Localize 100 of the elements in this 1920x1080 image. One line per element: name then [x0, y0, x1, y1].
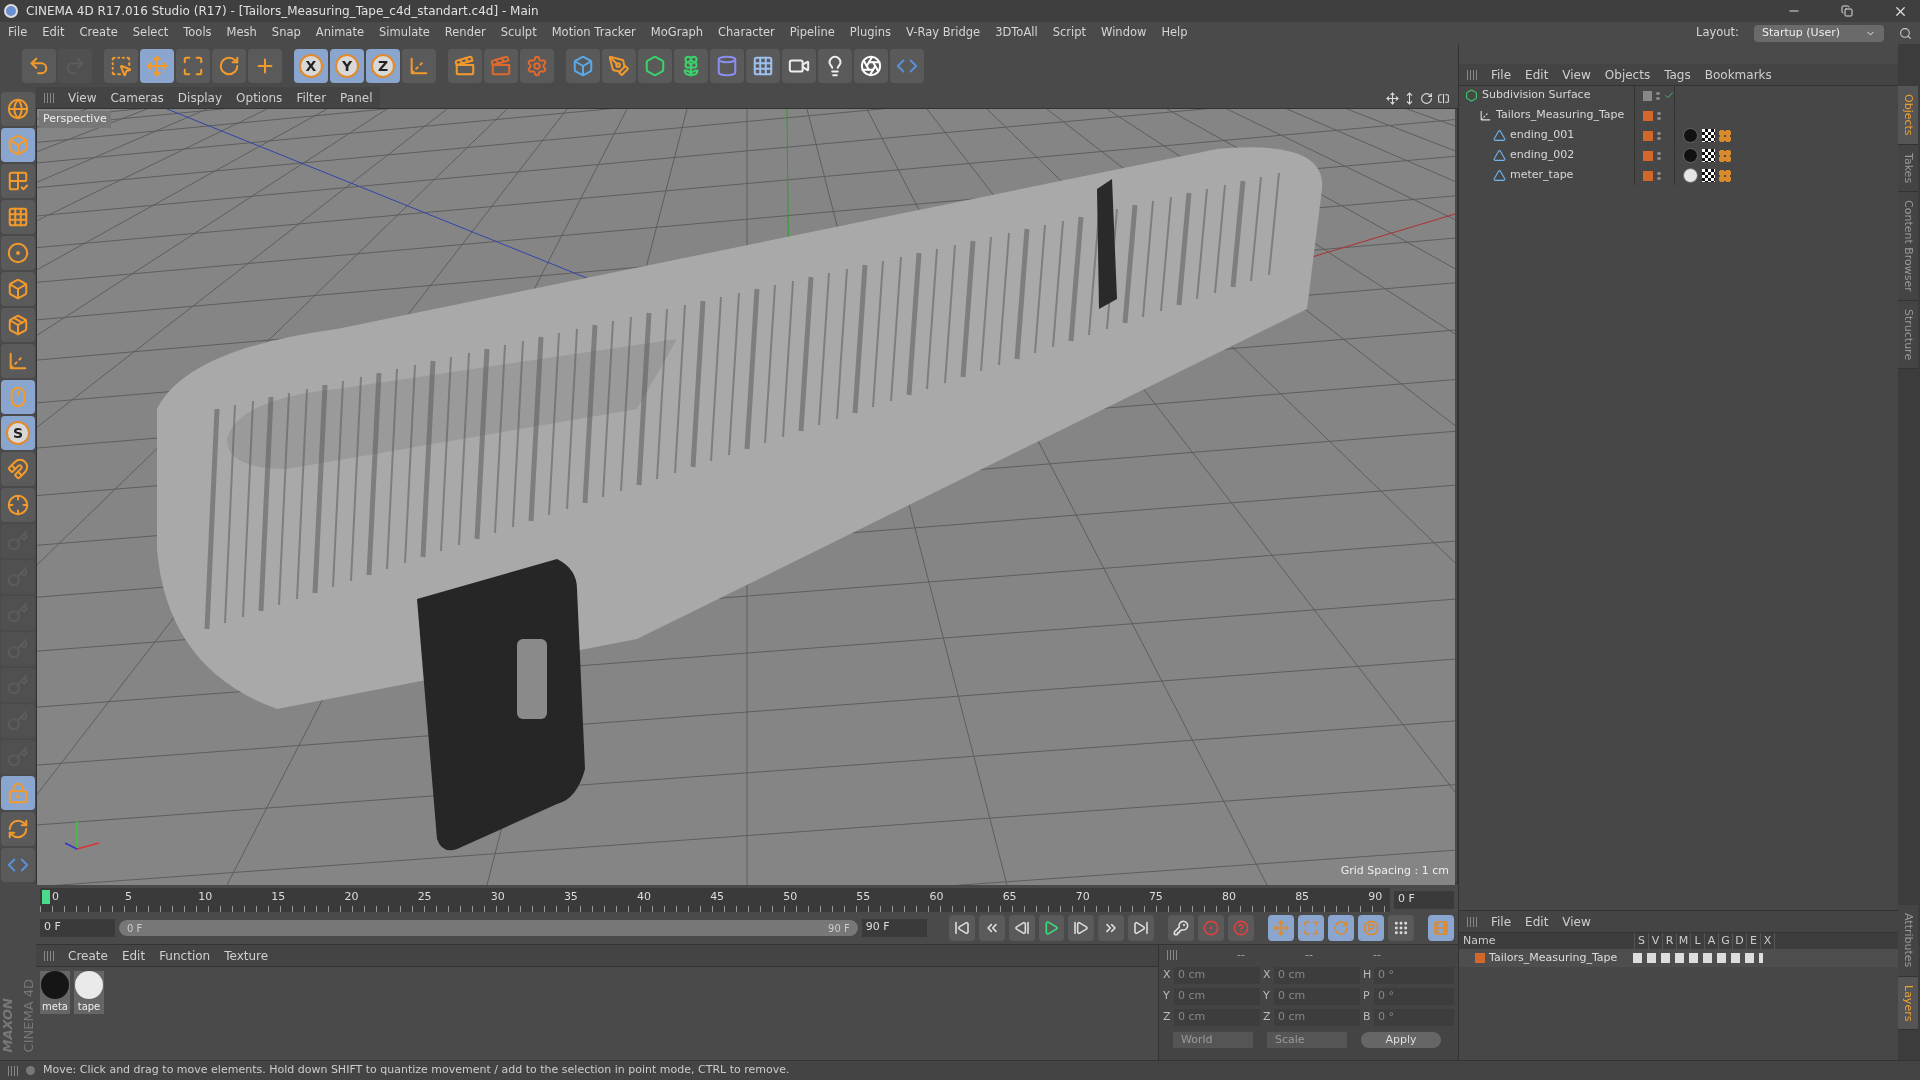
phong-tag-icon[interactable]: [1719, 149, 1731, 162]
visibility-dots-icon[interactable]: [1657, 110, 1661, 121]
texture-tag-icon[interactable]: [1702, 169, 1715, 182]
orbit-icon[interactable]: [1420, 91, 1433, 105]
size-field[interactable]: 0 cm: [1274, 988, 1360, 1005]
size-field[interactable]: 0 cm: [1274, 1009, 1360, 1026]
edges-tool-button[interactable]: [1, 272, 35, 306]
position-field[interactable]: 0 cm: [1174, 967, 1260, 984]
sketch-tool-button[interactable]: [854, 49, 888, 83]
film-button[interactable]: [1427, 915, 1454, 941]
menu-item[interactable]: Render: [444, 24, 486, 42]
view-layout-icon[interactable]: [1437, 91, 1450, 105]
side-tab[interactable]: Takes: [1898, 144, 1918, 192]
menu-item[interactable]: Snap: [271, 24, 301, 42]
viewport-menu-item[interactable]: Panel: [340, 88, 373, 107]
prev-button[interactable]: [1008, 915, 1035, 941]
menu-item[interactable]: Simulate: [379, 24, 430, 42]
material-swatch[interactable]: meta: [40, 971, 70, 1014]
texture-tag-icon[interactable]: [1702, 149, 1715, 162]
menu-item[interactable]: 3DToAll: [995, 24, 1038, 42]
viewport-menu-item[interactable]: Cameras: [110, 88, 164, 107]
side-tab[interactable]: Layers: [1898, 976, 1918, 1030]
start-frame-field[interactable]: 0 F: [40, 919, 115, 937]
texture-tag-icon[interactable]: [1702, 129, 1715, 142]
material-menu-item[interactable]: Texture: [224, 946, 269, 965]
layer-menu-item[interactable]: File: [1491, 912, 1512, 931]
grid-rotate-tool-button[interactable]: [1, 812, 35, 846]
menu-item[interactable]: Create: [79, 24, 118, 42]
object-name[interactable]: meter_tape: [1510, 167, 1574, 184]
playhead-marker[interactable]: [42, 890, 50, 904]
menu-item[interactable]: Plugins: [849, 24, 892, 42]
menu-item[interactable]: Motion Tracker: [551, 24, 636, 42]
menu-item[interactable]: Edit: [42, 24, 65, 42]
menu-item[interactable]: Select: [132, 24, 169, 42]
menu-item[interactable]: Help: [1161, 24, 1188, 42]
scale-button[interactable]: [1298, 915, 1325, 941]
points-tool-button[interactable]: [1, 236, 35, 270]
material-menu-item[interactable]: Edit: [121, 946, 146, 965]
menu-item[interactable]: Script: [1052, 24, 1087, 42]
layer-toggle-icons[interactable]: [1633, 953, 1763, 963]
phong-tag-icon[interactable]: [1719, 169, 1731, 182]
apply-button[interactable]: Apply: [1361, 1032, 1441, 1048]
last-button[interactable]: [1128, 915, 1155, 941]
visibility-dots-icon[interactable]: [1656, 90, 1660, 101]
axis-mode-tool-button[interactable]: [1, 344, 35, 378]
next-key-button[interactable]: [1098, 915, 1125, 941]
viewport-menu-item[interactable]: Options: [236, 88, 283, 107]
rotation-field[interactable]: 0 °: [1374, 988, 1454, 1005]
side-tab[interactable]: Structure: [1898, 300, 1918, 369]
current-frame-field[interactable]: 0 F: [1394, 891, 1454, 909]
deformer-tool-button[interactable]: [710, 49, 744, 83]
material-tag-icon[interactable]: [1683, 168, 1698, 183]
autokey-button[interactable]: [1228, 915, 1255, 941]
restore-icon[interactable]: [1841, 5, 1853, 17]
cube-tool-button[interactable]: [566, 49, 600, 83]
menu-item[interactable]: Pipeline: [789, 24, 835, 42]
visibility-dots-icon[interactable]: [1657, 170, 1661, 181]
timeline-ruler[interactable]: 0 5 10 15 20 25 30 35 40 45 50 55 60 65 70 75 80 85 90: [40, 888, 1390, 912]
side-tab[interactable]: Objects: [1898, 86, 1918, 145]
rotation-field[interactable]: 0 °: [1374, 1009, 1454, 1026]
add-tool-button[interactable]: [248, 49, 282, 83]
light-tool-button[interactable]: [818, 49, 852, 83]
menu-item[interactable]: V-Ray Bridge: [906, 24, 981, 42]
menu-item[interactable]: File: [8, 24, 28, 42]
dots-button[interactable]: [1387, 915, 1414, 941]
search-icon[interactable]: [1899, 26, 1912, 40]
object-menu-item[interactable]: Bookmarks: [1704, 65, 1772, 84]
enabled-check-icon[interactable]: [1663, 90, 1674, 101]
object-menu-item[interactable]: Tags: [1664, 65, 1691, 84]
polygons-tool-button[interactable]: [1, 308, 35, 342]
select-tool-button[interactable]: [104, 49, 138, 83]
locked-axis-tool-button[interactable]: [1, 488, 35, 522]
undo-tool-button[interactable]: [22, 49, 56, 83]
scale-tool-button[interactable]: [176, 49, 210, 83]
layout-dropdown[interactable]: Startup (User): [1754, 24, 1884, 42]
rotation-field[interactable]: 0 °: [1374, 967, 1454, 984]
floor-tool-button[interactable]: [746, 49, 780, 83]
object-name[interactable]: ending_001: [1510, 127, 1575, 144]
menu-item[interactable]: Mesh: [226, 24, 257, 42]
viewport-menu-item[interactable]: Filter: [296, 88, 327, 107]
viewport[interactable]: Perspective Grid Spacing : 1 cm: [36, 108, 1458, 884]
subdivision-tool-button[interactable]: [638, 49, 672, 83]
first-button[interactable]: [948, 915, 975, 941]
object-name[interactable]: Subdivision Surface: [1482, 87, 1591, 104]
layer-menu-item[interactable]: View: [1562, 912, 1591, 931]
menu-item[interactable]: MoGraph: [650, 24, 704, 42]
prev-key-button[interactable]: [978, 915, 1005, 941]
object-name[interactable]: Tailors_Measuring_Tape: [1496, 107, 1625, 124]
side-tab[interactable]: Attributes: [1898, 905, 1918, 977]
object-menu-item[interactable]: File: [1491, 65, 1512, 84]
material-menu-item[interactable]: Create: [68, 946, 108, 965]
position-field[interactable]: 0 cm: [1174, 1009, 1260, 1026]
visibility-dots-icon[interactable]: [1657, 130, 1661, 141]
material-menu-item[interactable]: Function: [159, 946, 211, 965]
workplane-tool-button[interactable]: [1, 200, 35, 234]
menu-item[interactable]: Animate: [315, 24, 364, 42]
render-settings-tool-button[interactable]: [520, 49, 554, 83]
visibility-dots-icon[interactable]: [1657, 150, 1661, 161]
object-menu-item[interactable]: View: [1562, 65, 1591, 84]
menu-item[interactable]: Tools: [183, 24, 212, 42]
